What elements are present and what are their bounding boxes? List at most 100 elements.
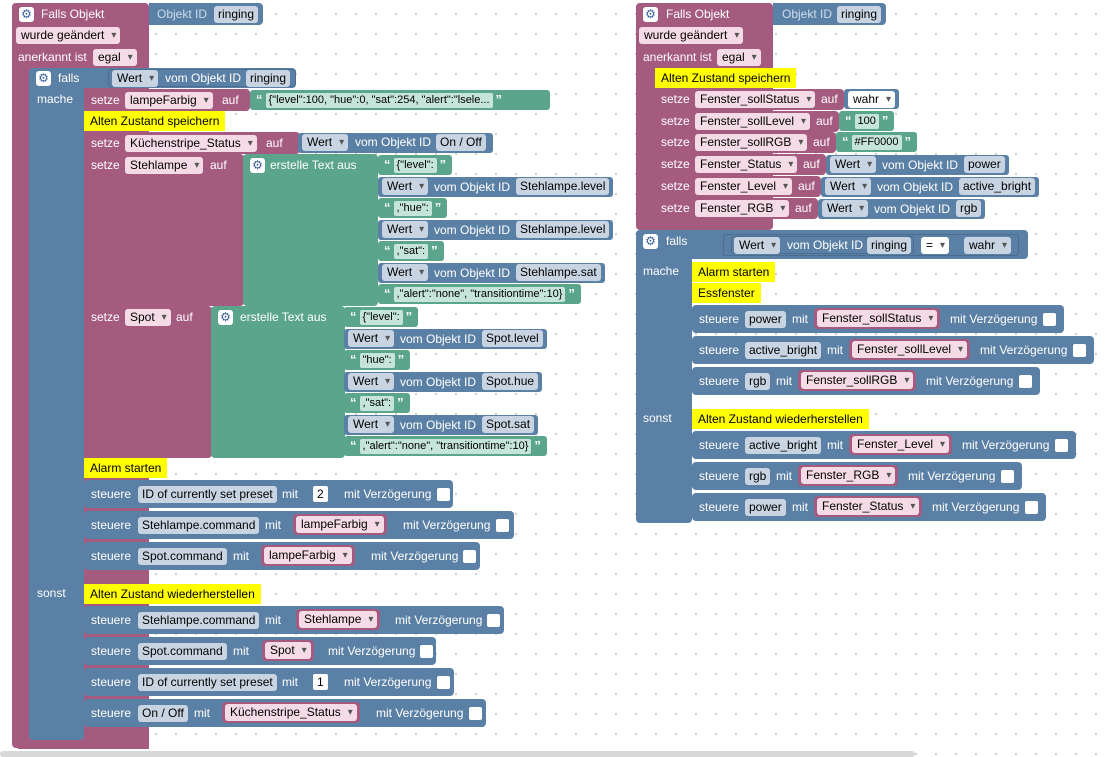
object-id-field[interactable]: Spot.hue <box>482 372 539 390</box>
text-literal-block[interactable]: “{"level":100, "hue":0, "sat":254, "aler… <box>250 90 550 110</box>
variable-dropdown[interactable]: Fenster_Status <box>695 156 798 174</box>
variable-dropdown[interactable]: Fenster_sollStatus <box>695 91 816 108</box>
set-variable-block[interactable] <box>84 306 212 458</box>
object-id-field[interactable]: Stehlampe.level <box>516 220 610 238</box>
get-attr-dropdown[interactable]: Wert <box>382 220 429 238</box>
delay-checkbox[interactable] <box>1043 313 1056 326</box>
variable-get-block[interactable]: Fenster_sollStatus <box>814 308 941 329</box>
variable-dropdown[interactable]: Fenster_sollRGB <box>695 134 808 152</box>
horizontal-scrollbar[interactable] <box>0 751 915 757</box>
cond-rhs-dropdown[interactable]: wahr <box>964 237 1012 254</box>
text-value[interactable]: {"level":100, "hue":0, "sat":254, "alert… <box>265 93 493 108</box>
variable-dropdown[interactable]: Küchenstripe_Status <box>125 135 257 152</box>
variable-dropdown[interactable]: Fenster_Level <box>695 177 793 195</box>
get-attr-dropdown[interactable]: Wert <box>302 134 349 151</box>
get-attr-dropdown[interactable]: Wert <box>825 177 872 195</box>
set-variable-block[interactable] <box>84 154 244 306</box>
object-id-field[interactable]: Spot.sat <box>482 415 535 433</box>
control-object-id-field[interactable]: power <box>745 499 786 516</box>
text-literal-block[interactable]: “{"level":” <box>378 155 453 175</box>
variable-get-block[interactable]: Fenster_sollLevel <box>849 339 971 360</box>
delay-checkbox[interactable] <box>1055 439 1068 452</box>
text-literal-block[interactable]: “"hue":” <box>344 350 411 370</box>
delay-checkbox[interactable] <box>496 519 509 532</box>
text-value[interactable]: ,"sat": <box>393 244 429 259</box>
variable-get-block[interactable]: Küchenstripe_Status <box>222 702 360 723</box>
trigger-object-id-field[interactable]: ringing <box>214 6 259 23</box>
cond-attr-dropdown[interactable]: Wert <box>734 237 781 254</box>
text-literal-block[interactable]: “#FF0000” <box>836 132 918 153</box>
variable-name[interactable]: Fenster_Status <box>817 498 920 515</box>
control-object-id-field[interactable]: ID of currently set preset <box>138 486 277 503</box>
boolean-dropdown[interactable]: wahr <box>848 91 896 108</box>
variable-dropdown[interactable]: Fenster_RGB <box>695 199 790 217</box>
variable-dropdown[interactable]: lampeFarbig <box>125 92 213 109</box>
cond-object-id-field[interactable]: ringing <box>867 237 912 254</box>
control-object-id-field[interactable]: Spot.command <box>138 548 227 565</box>
text-literal-block[interactable]: “,"hue":” <box>378 198 448 218</box>
control-object-id-field[interactable]: On / Off <box>138 705 188 722</box>
control-object-id-field[interactable]: power <box>745 311 786 328</box>
text-value[interactable]: "hue": <box>359 353 395 368</box>
text-value[interactable]: {"level": <box>393 158 437 173</box>
comment-save-state[interactable]: Alten Zustand speichern <box>84 111 226 131</box>
delay-checkbox[interactable] <box>437 676 450 689</box>
text-value[interactable]: #FF0000 <box>851 135 902 151</box>
text-literal-block[interactable]: “{"level":” <box>344 307 419 327</box>
trigger-change-dropdown[interactable]: wurde geändert <box>16 27 121 44</box>
variable-get-block[interactable]: lampeFarbig <box>261 545 355 566</box>
variable-get-block[interactable]: Fenster_sollRGB <box>798 370 917 391</box>
variable-name[interactable]: Fenster_RGB <box>801 467 896 484</box>
delay-checkbox[interactable] <box>1025 501 1038 514</box>
blockly-workspace[interactable]: ⚙ Falls Objekt Objekt ID ringing wurde g… <box>0 0 1113 757</box>
text-literal-block[interactable]: “,"alert":"none", "transitiontime":10}” <box>344 436 547 456</box>
variable-name[interactable]: Fenster_sollStatus <box>817 310 938 327</box>
text-value[interactable]: ,"hue": <box>393 201 432 216</box>
number-block[interactable]: 2 <box>310 484 331 504</box>
trigger-object-id-field[interactable]: ringing <box>837 6 882 23</box>
variable-get-block[interactable]: lampeFarbig <box>293 514 387 535</box>
text-literal-block[interactable]: “100” <box>839 110 895 131</box>
compare-operator-dropdown[interactable]: = <box>921 237 950 254</box>
control-object-id-field[interactable]: Stehlampe.command <box>138 612 260 629</box>
comment-alarm-start[interactable]: Alarm starten <box>692 262 776 282</box>
control-object-id-field[interactable]: rgb <box>745 468 771 485</box>
variable-get-block[interactable]: Fenster_RGB <box>798 465 899 486</box>
gear-icon[interactable]: ⚙ <box>218 310 233 325</box>
get-attr-dropdown[interactable]: Wert <box>348 415 395 433</box>
delay-checkbox[interactable] <box>469 707 482 720</box>
control-object-id-field[interactable]: rgb <box>745 373 771 390</box>
gear-icon[interactable]: ⚙ <box>643 234 658 249</box>
text-literal-block[interactable]: “,"sat":” <box>378 241 444 261</box>
logic-value-block[interactable]: wahr <box>844 89 900 109</box>
variable-get-block[interactable]: Fenster_Level <box>849 434 953 455</box>
text-value[interactable]: {"level": <box>359 310 403 325</box>
delay-checkbox[interactable] <box>1019 375 1032 388</box>
variable-get-block[interactable]: Fenster_Status <box>814 496 923 517</box>
comment-essfenster[interactable]: Essfenster <box>692 283 761 303</box>
object-id-field[interactable]: active_bright <box>959 177 1036 195</box>
object-id-field[interactable]: power <box>964 156 1005 174</box>
gear-icon[interactable]: ⚙ <box>36 71 51 86</box>
comment-restore-state[interactable]: Alten Zustand wiederherstellen <box>84 584 261 604</box>
gear-icon[interactable]: ⚙ <box>643 7 658 22</box>
get-attr-dropdown[interactable]: Wert <box>382 177 429 195</box>
delay-checkbox[interactable] <box>487 614 500 627</box>
text-join-block[interactable] <box>243 154 378 306</box>
delay-checkbox[interactable] <box>1073 344 1086 357</box>
ack-dropdown[interactable]: egal <box>93 49 137 66</box>
get-attr-dropdown[interactable]: Wert <box>382 263 429 281</box>
comment-restore-state[interactable]: Alten Zustand wiederherstellen <box>692 409 869 429</box>
delay-checkbox[interactable] <box>420 645 433 658</box>
cond-object-id-field[interactable]: ringing <box>246 70 291 87</box>
delay-checkbox[interactable] <box>1001 470 1014 483</box>
text-literal-block[interactable]: “,"alert":"none", "transitiontime":10}” <box>378 284 581 304</box>
variable-dropdown[interactable]: Fenster_sollLevel <box>695 112 811 130</box>
variable-name[interactable]: Fenster_sollLevel <box>852 341 968 358</box>
delay-checkbox[interactable] <box>463 550 476 563</box>
get-attr-dropdown[interactable]: Wert <box>348 372 395 390</box>
text-value[interactable]: ,"sat": <box>359 396 395 411</box>
variable-name[interactable]: Fenster_Level <box>852 436 950 453</box>
variable-get-block[interactable]: Spot <box>262 640 314 661</box>
text-join-block[interactable] <box>211 306 345 458</box>
